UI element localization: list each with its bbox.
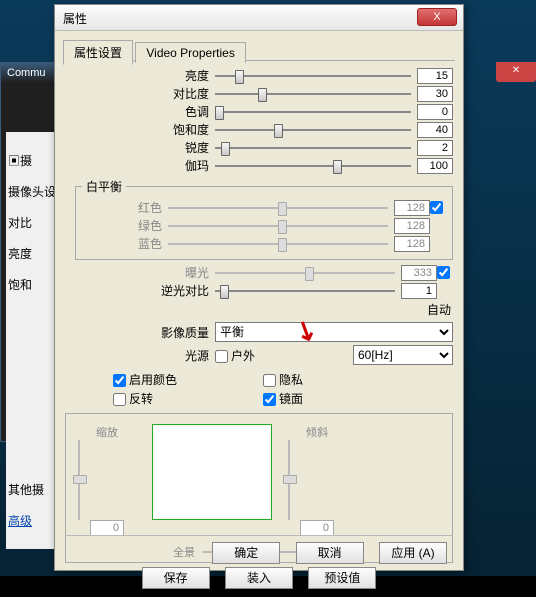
slider-backlight[interactable] [215,284,395,298]
row-red: 红色128 [82,199,446,216]
row-blue: 蓝色128 [82,235,446,252]
enable-color-label[interactable]: 启用颜色 [113,371,263,388]
tilt-slider [282,440,296,520]
wb-legend: 白平衡 [82,178,126,195]
slider-sharpness[interactable] [215,141,411,155]
row-contrast: 对比度30 [65,85,453,102]
slider-red [168,201,388,215]
slider-contrast[interactable] [215,87,411,101]
row-gamma: 伽玛100 [65,157,453,174]
titlebar[interactable]: 属性 X [55,5,463,31]
tilt-value: 0 [300,520,334,536]
flip-checkbox[interactable] [113,393,126,406]
outdoor-checkbox[interactable] [215,350,228,363]
bg-close-button[interactable] [496,62,536,82]
zoom-slider [72,440,86,520]
row-green: 绿色128 [82,217,446,234]
mirror-checkbox[interactable] [263,393,276,406]
save-button[interactable]: 保存 [142,567,210,589]
slider-exposure [215,266,395,280]
zoom-label: 缩放 [72,424,142,440]
auto-label: 自动 [65,301,453,318]
load-button[interactable]: 装入 [225,567,293,589]
value-contrast: 30 [417,86,453,102]
enable-color-checkbox[interactable] [113,374,126,387]
slider-blue [168,237,388,251]
zoom-value: 0 [90,520,124,536]
outdoor-checkbox-label[interactable]: 户外 [215,347,255,364]
exposure-auto-checkbox[interactable] [437,266,450,279]
dialog-title: 属性 [63,10,87,27]
properties-dialog: 属性 X 属性设置 Video Properties 亮度15 对比度30 色调… [54,4,464,571]
cancel-button[interactable]: 取消 [296,542,364,564]
value-gamma: 100 [417,158,453,174]
quality-select[interactable]: 平衡 [215,322,453,342]
tilt-label: 倾斜 [282,424,352,440]
tab-property-settings[interactable]: 属性设置 [63,40,133,65]
preset-button[interactable]: 预设值 [308,567,376,589]
apply-button[interactable]: 应用 (A) [379,542,447,564]
tab-video-properties[interactable]: Video Properties [135,42,246,63]
white-balance-group: 白平衡 红色128 绿色128 蓝色128 [75,178,453,260]
row-exposure: 曝光333 [65,264,453,281]
row-sharpness: 锐度2 [65,139,453,156]
frequency-select[interactable]: 60[Hz] [353,345,453,365]
slider-hue[interactable] [215,105,411,119]
privacy-label[interactable]: 隐私 [263,371,413,388]
value-saturation: 40 [417,122,453,138]
ok-button[interactable]: 确定 [212,542,280,564]
value-sharpness: 2 [417,140,453,156]
preview-box [152,424,272,520]
wb-red-auto-checkbox[interactable] [430,201,443,214]
row-hue: 色调0 [65,103,453,120]
value-hue: 0 [417,104,453,120]
slider-saturation[interactable] [215,123,411,137]
flip-label[interactable]: 反转 [113,390,263,407]
close-button[interactable]: X [417,8,457,26]
mirror-label[interactable]: 镜面 [263,390,413,407]
slider-brightness[interactable] [215,69,411,83]
row-brightness: 亮度15 [65,67,453,84]
value-brightness: 15 [417,68,453,84]
row-backlight: 逆光对比1 [65,282,453,299]
row-lightsource: 光源 户外 60[Hz] [65,345,453,365]
slider-gamma[interactable] [215,159,411,173]
slider-green [168,219,388,233]
privacy-checkbox[interactable] [263,374,276,387]
row-saturation: 饱和度40 [65,121,453,138]
row-quality: 影像质量 平衡 [65,322,453,342]
